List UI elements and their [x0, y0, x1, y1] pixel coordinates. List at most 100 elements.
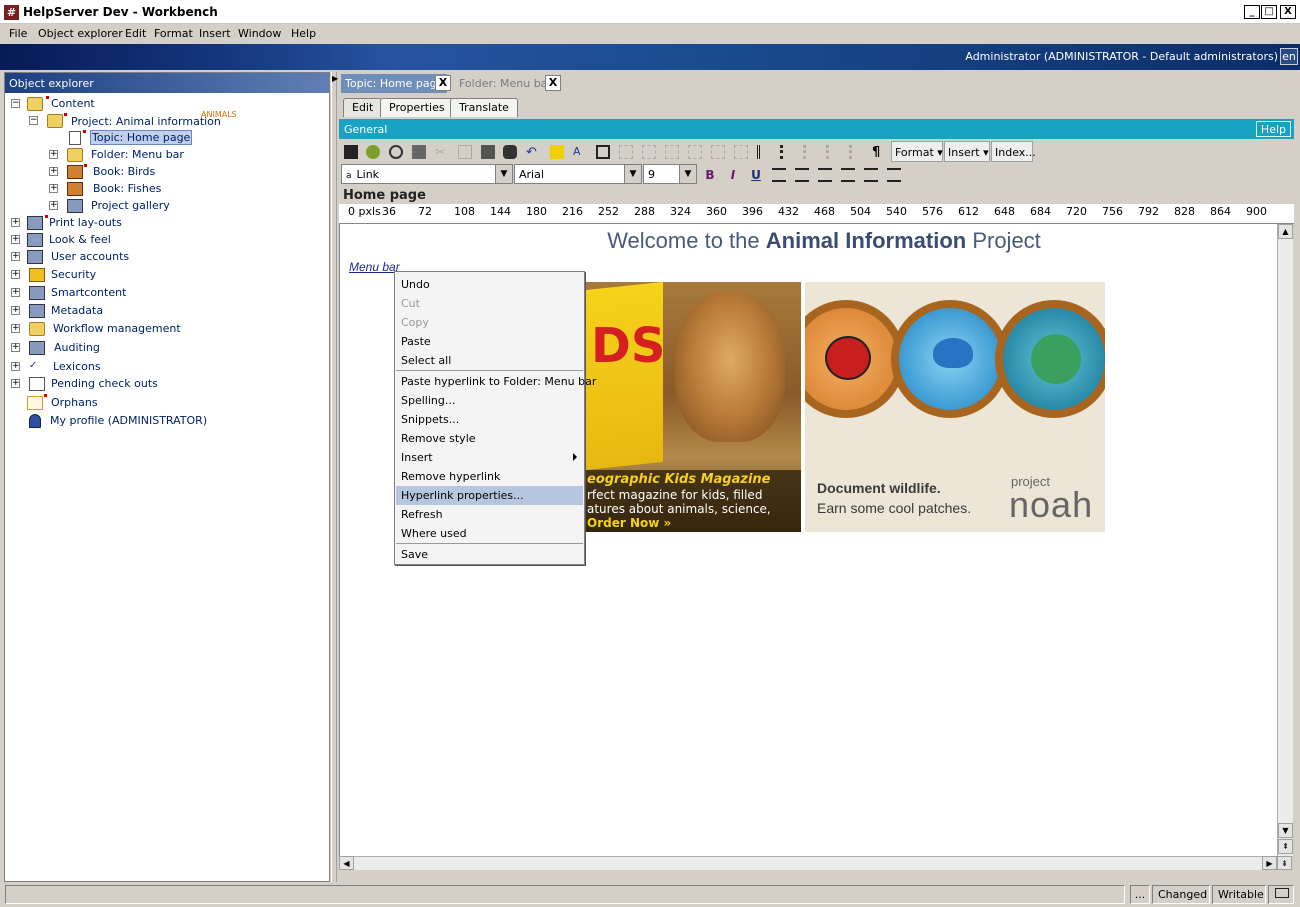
panel-splitter[interactable]: ▶ [331, 72, 338, 882]
expand-icon[interactable]: + [49, 201, 58, 210]
scroll-up-icon[interactable]: ▲ [1278, 224, 1293, 239]
menu-insert[interactable]: Insert [199, 27, 231, 40]
menu-window[interactable]: Window [238, 27, 281, 40]
highlight-button[interactable] [546, 141, 567, 162]
menu-item-where-used[interactable]: Where used [396, 524, 583, 543]
print-button[interactable] [408, 141, 429, 162]
tab-edit[interactable]: Edit [343, 98, 383, 117]
expand-icon[interactable]: + [11, 270, 20, 279]
format-dropdown[interactable]: Format ▾ [891, 141, 943, 162]
menu-item-paste[interactable]: Paste [396, 332, 583, 351]
page-down-icon[interactable]: ⇟ [1277, 856, 1292, 870]
copy-button[interactable] [454, 141, 475, 162]
menu-item-undo[interactable]: Undo [396, 275, 583, 294]
expand-icon[interactable]: + [49, 167, 58, 176]
expand-icon[interactable]: + [49, 150, 58, 159]
close-tab-menu-bar-button[interactable]: X [545, 75, 561, 91]
menu-bar-link[interactable]: Menu bar [349, 260, 400, 274]
menu-item-paste-hyperlink[interactable]: Paste hyperlink to Folder: Menu bar [396, 372, 596, 391]
dropdown-arrow-icon[interactable]: ▼ [679, 165, 696, 183]
menu-item-remove-style[interactable]: Remove style [396, 429, 583, 448]
font-size-select[interactable]: 9 ▼ [643, 164, 697, 184]
status-more-button[interactable]: ... [1130, 885, 1150, 904]
index-button[interactable]: Index... [991, 141, 1036, 162]
align-left-button[interactable] [768, 164, 789, 185]
bullet-list-button[interactable] [776, 141, 797, 162]
underline-button[interactable]: U [745, 164, 766, 185]
menu-help[interactable]: Help [291, 27, 316, 40]
expand-icon[interactable]: + [11, 218, 20, 227]
spell-check-button[interactable]: A [569, 141, 590, 162]
expand-icon[interactable]: + [11, 362, 20, 371]
dropdown-arrow-icon[interactable]: ▼ [495, 165, 512, 183]
menu-object-explorer[interactable]: Object explorer [38, 27, 123, 40]
list-style-button[interactable] [799, 141, 820, 162]
numbered-list-button[interactable] [753, 141, 774, 162]
menu-item-snippets[interactable]: Snippets... [396, 410, 583, 429]
menu-edit[interactable]: Edit [125, 27, 146, 40]
menu-item-insert[interactable]: Insert [396, 448, 583, 467]
cut-button[interactable]: ✂ [431, 141, 452, 162]
maximize-button[interactable]: □ [1261, 5, 1277, 19]
collapse-icon[interactable]: − [11, 99, 20, 108]
help-button[interactable]: Help [1255, 121, 1291, 137]
splitter-arrow-icon[interactable]: ▶ [332, 74, 338, 83]
menu-item-save[interactable]: Save [396, 545, 583, 564]
expand-icon[interactable]: + [11, 252, 20, 261]
expand-icon[interactable]: + [11, 235, 20, 244]
scroll-right-icon[interactable]: ▶ [1262, 856, 1277, 870]
refresh-button[interactable] [362, 141, 383, 162]
expand-icon[interactable]: + [49, 184, 58, 193]
collapse-icon[interactable]: − [29, 116, 38, 125]
insert-frame-button[interactable] [592, 141, 613, 162]
keyboard-icon[interactable] [1268, 885, 1294, 904]
style-select[interactable]: a Link ▼ [341, 164, 513, 184]
table-insert-above-button[interactable] [638, 141, 659, 162]
find-button[interactable] [499, 141, 520, 162]
language-button[interactable]: en [1280, 48, 1298, 65]
table-insert-right-button[interactable] [661, 141, 682, 162]
indent-button[interactable] [883, 164, 904, 185]
font-select[interactable]: Arial ▼ [514, 164, 642, 184]
save-button[interactable] [340, 141, 361, 162]
menu-item-select-all[interactable]: Select all [396, 351, 583, 370]
outdent-button[interactable] [860, 164, 881, 185]
tab-properties[interactable]: Properties [380, 98, 454, 117]
show-formatting-button[interactable]: ¶ [868, 141, 889, 162]
expand-icon[interactable]: + [11, 343, 20, 352]
table-column-button[interactable] [615, 141, 636, 162]
close-window-button[interactable]: X [1280, 5, 1296, 19]
list-indent-button[interactable] [822, 141, 843, 162]
scroll-left-icon[interactable]: ◀ [339, 856, 354, 870]
bold-button[interactable]: B [699, 164, 720, 185]
align-right-button[interactable] [814, 164, 835, 185]
paste-button[interactable] [477, 141, 498, 162]
table-insert-below-button[interactable] [684, 141, 705, 162]
close-tab-home-page-button[interactable]: X [435, 75, 451, 91]
menu-item-refresh[interactable]: Refresh [396, 505, 583, 524]
horizontal-scrollbar[interactable]: ◀ ▶ [339, 856, 1277, 870]
preview-button[interactable] [385, 141, 406, 162]
expand-icon[interactable]: + [11, 379, 20, 388]
menu-item-spelling[interactable]: Spelling... [396, 391, 583, 410]
tab-translate[interactable]: Translate [450, 98, 518, 117]
align-center-button[interactable] [791, 164, 812, 185]
undo-button[interactable]: ↶ [522, 141, 543, 162]
minimize-button[interactable]: _ [1244, 5, 1260, 19]
expand-icon[interactable]: + [11, 288, 20, 297]
dropdown-arrow-icon[interactable]: ▼ [624, 165, 641, 183]
italic-button[interactable]: I [722, 164, 743, 185]
table-split-button[interactable] [730, 141, 751, 162]
table-merge-button[interactable] [707, 141, 728, 162]
justify-button[interactable] [837, 164, 858, 185]
menu-item-remove-hyperlink[interactable]: Remove hyperlink [396, 467, 583, 486]
tab-topic-home-page[interactable]: Topic: Home page [341, 74, 448, 93]
expand-icon[interactable]: + [11, 324, 20, 333]
vertical-scrollbar[interactable]: ▲ ▼ ⇞ [1277, 224, 1293, 856]
scroll-down-icon[interactable]: ▼ [1278, 823, 1293, 838]
list-outdent-button[interactable] [845, 141, 866, 162]
page-up-icon[interactable]: ⇞ [1278, 839, 1293, 854]
insert-dropdown[interactable]: Insert ▾ [944, 141, 990, 162]
tab-folder-menu-bar[interactable]: Folder: Menu bar [455, 74, 556, 93]
menu-format[interactable]: Format [154, 27, 193, 40]
